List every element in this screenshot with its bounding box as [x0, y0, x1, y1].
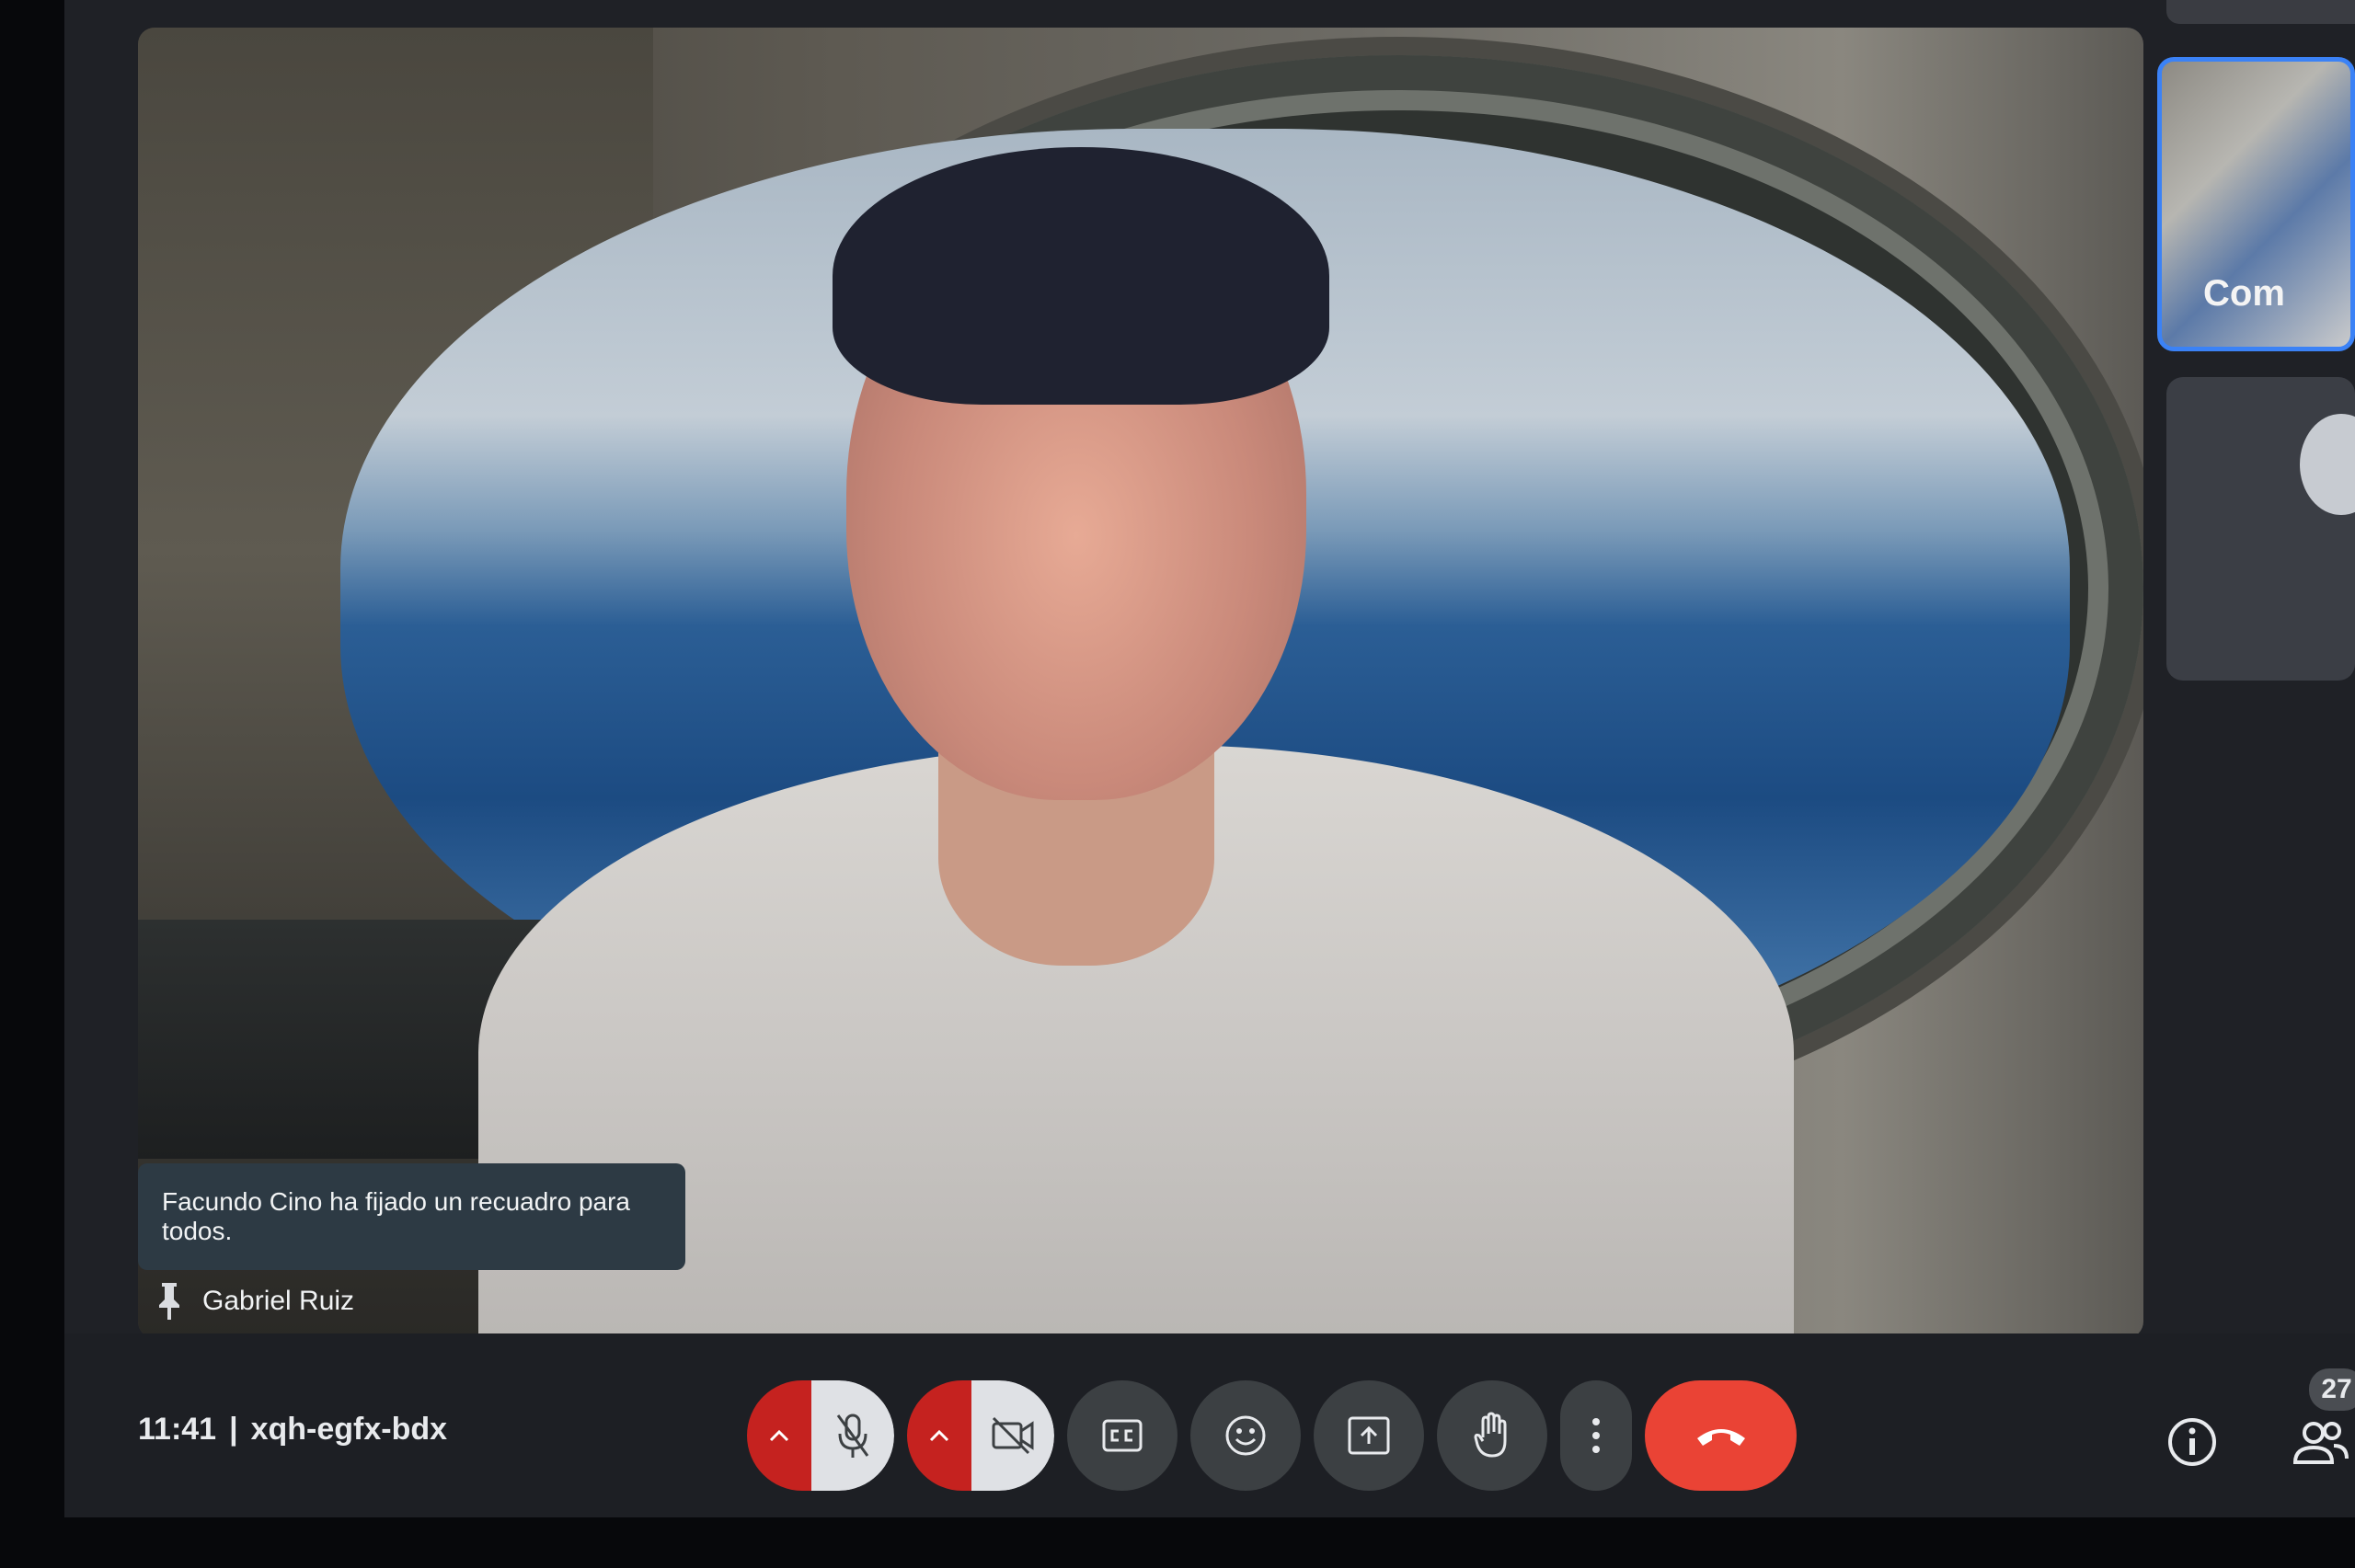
pin-icon	[156, 1281, 182, 1322]
mic-toggle-button[interactable]	[811, 1379, 894, 1491]
participant-hair	[833, 147, 1329, 405]
captions-button[interactable]	[1067, 1379, 1178, 1491]
people-count: 27	[2321, 1374, 2352, 1404]
reactions-button[interactable]	[1190, 1379, 1301, 1491]
thumb-overlay-text: Com	[2203, 273, 2285, 314]
participant-name: Gabriel Ruiz	[202, 1286, 355, 1316]
present-screen-button[interactable]	[1314, 1379, 1424, 1491]
camera-toggle-button[interactable]	[971, 1379, 1054, 1491]
present-screen-icon	[1348, 1416, 1390, 1454]
videocam-off-icon	[992, 1416, 1034, 1454]
camera-control	[907, 1379, 1054, 1491]
more-vert-icon	[1592, 1417, 1600, 1453]
people-button[interactable]	[2292, 1416, 2350, 1468]
call-end-icon	[1696, 1428, 1745, 1446]
mic-control	[747, 1379, 894, 1491]
meeting-info-button[interactable]	[2166, 1416, 2218, 1468]
raise-hand-button[interactable]	[1437, 1379, 1547, 1491]
mic-off-icon	[836, 1413, 869, 1458]
chevron-up-icon	[929, 1429, 949, 1441]
meeting-time: 11:41	[138, 1412, 217, 1447]
meeting-details: 11:41 | xqh-egfx-bdx	[138, 1412, 447, 1448]
raise-hand-icon	[1474, 1411, 1507, 1458]
mic-options-button[interactable]	[747, 1379, 811, 1491]
info-icon	[2168, 1418, 2216, 1466]
people-count-badge: 27	[2309, 1368, 2355, 1411]
meeting-code: xqh-egfx-bdx	[250, 1412, 448, 1447]
leave-call-button[interactable]	[1645, 1379, 1797, 1491]
pin-notification-text: Facundo Cino ha fijado un recuadro para …	[162, 1187, 631, 1245]
participant-name-label: Gabriel Ruiz	[156, 1274, 354, 1329]
people-icon	[2292, 1422, 2349, 1464]
emoji-icon	[1225, 1415, 1266, 1455]
filmstrip-thumb-active[interactable]: Com	[2157, 57, 2355, 351]
pin-notification-toast: Facundo Cino ha fijado un recuadro para …	[138, 1163, 685, 1270]
avatar	[2300, 414, 2355, 515]
camera-options-button[interactable]	[907, 1379, 971, 1491]
main-video-tile[interactable]	[138, 28, 2143, 1338]
more-options-button[interactable]	[1560, 1379, 1632, 1491]
call-controls	[747, 1378, 1797, 1493]
filmstrip-thumb-partial[interactable]	[2166, 0, 2355, 24]
side-panel-buttons	[2166, 1416, 2350, 1468]
chevron-up-icon	[769, 1429, 789, 1441]
closed-captions-icon	[1102, 1419, 1143, 1451]
filmstrip-thumb-avatar[interactable]	[2166, 377, 2355, 681]
meeting-separator: |	[229, 1412, 238, 1447]
